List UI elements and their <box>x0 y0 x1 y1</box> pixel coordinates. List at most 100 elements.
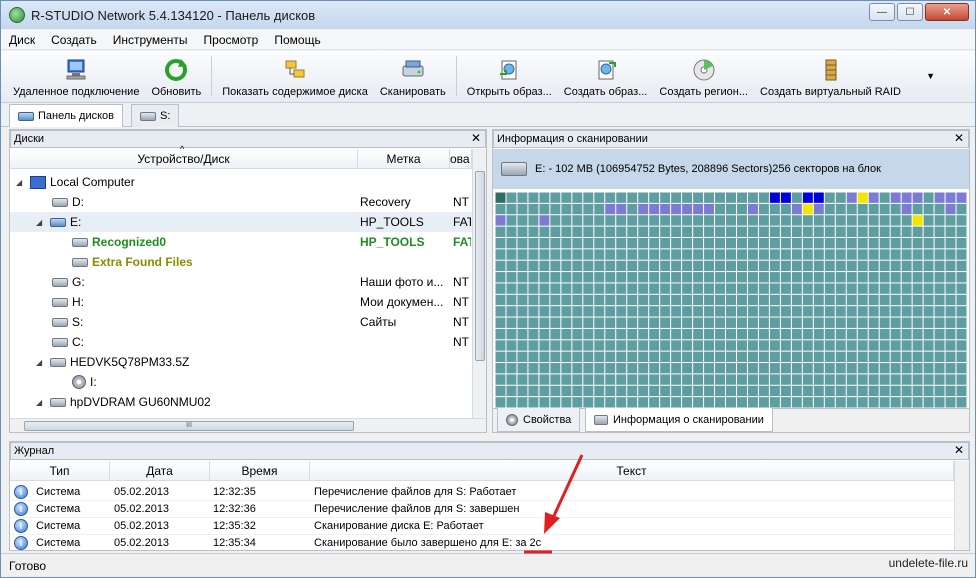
log-row[interactable]: i Система 05.02.2013 12:32:35 Перечислен… <box>10 484 954 501</box>
expander-icon[interactable]: ◢ <box>36 358 46 367</box>
scan-block <box>802 363 813 374</box>
scan-block <box>890 294 901 306</box>
scan-block <box>594 397 605 408</box>
expander-icon[interactable]: ◢ <box>36 218 46 227</box>
log-row[interactable]: i Система 05.02.2013 12:35:34 Сканирован… <box>10 535 954 552</box>
tab-scan-info[interactable]: Информация о сканировании <box>585 408 773 432</box>
scan-button[interactable]: Сканировать <box>374 54 452 102</box>
scan-block <box>857 374 868 385</box>
disks-vertical-scrollbar[interactable] <box>472 149 486 419</box>
scan-block <box>736 374 747 385</box>
scan-block <box>649 351 660 363</box>
scrollbar-thumb[interactable]: III <box>24 421 354 431</box>
tree-row[interactable]: ◢ hpDVDRAM GU60NMU02 <box>10 392 474 412</box>
scan-block <box>736 340 747 351</box>
log-vertical-scrollbar[interactable] <box>954 461 969 550</box>
log-row[interactable]: i Система 05.02.2013 12:32:36 Перечислен… <box>10 501 954 518</box>
column-type[interactable]: Тип <box>10 461 110 480</box>
show-disk-contents-button[interactable]: Показать содержимое диска <box>216 54 374 102</box>
scan-block <box>835 385 846 397</box>
tree-row[interactable]: ◢ Local Computer <box>10 172 474 192</box>
device-name: S: <box>72 315 84 329</box>
tree-row[interactable]: G: Наши фото и... NT <box>10 272 474 292</box>
create-image-button[interactable]: Создать образ... <box>558 54 654 102</box>
tree-row[interactable]: Extra Found Files <box>10 252 474 272</box>
scan-block <box>528 317 539 328</box>
log-pane: Журнал ✕ Тип Дата Время Текст i Система … <box>9 441 970 552</box>
menu-disk[interactable]: Диск <box>1 33 43 47</box>
open-image-button[interactable]: Открыть образ... <box>461 54 558 102</box>
scan-block <box>506 203 517 215</box>
menu-help[interactable]: Помощь <box>266 33 328 47</box>
scan-block <box>539 192 550 203</box>
tree-row[interactable]: H: Мои докумен... NT <box>10 292 474 312</box>
scan-block <box>605 226 616 237</box>
column-device[interactable]: ^ Устройство/Диск <box>10 144 358 168</box>
scan-block <box>572 306 583 317</box>
scan-block <box>649 283 660 294</box>
scan-block <box>857 397 868 408</box>
column-text[interactable]: Текст <box>310 461 954 480</box>
menu-tools[interactable]: Инструменты <box>105 33 196 47</box>
scan-block <box>517 215 528 226</box>
scan-block <box>879 203 890 215</box>
tree-row[interactable]: Recognized0 HP_TOOLS FAT <box>10 232 474 252</box>
device-name: C: <box>72 335 84 349</box>
column-time[interactable]: Время <box>210 461 310 480</box>
remote-connect-button[interactable]: Удаленное подключение <box>7 54 145 102</box>
tree-row[interactable]: S: Сайты NT <box>10 312 474 332</box>
expander-icon[interactable]: ◢ <box>36 398 46 407</box>
expander-icon[interactable]: ◢ <box>16 178 26 187</box>
tab-properties[interactable]: Свойства <box>497 408 581 432</box>
tree-row[interactable]: I: <box>10 372 474 392</box>
close-icon[interactable]: ✕ <box>954 443 964 457</box>
close-icon[interactable]: ✕ <box>471 131 481 145</box>
scrollbar-thumb[interactable] <box>475 171 485 361</box>
tree-row[interactable]: D: Recovery NT <box>10 192 474 212</box>
log-row[interactable]: i Система 05.02.2013 12:35:32 Сканирован… <box>10 518 954 535</box>
window-title: R-STUDIO Network 5.4.134120 - Панель дис… <box>31 7 316 23</box>
column-date[interactable]: Дата <box>110 461 210 480</box>
minimize-button[interactable]: — <box>869 3 895 21</box>
menu-view[interactable]: Просмотр <box>196 33 267 47</box>
tree-row[interactable]: ◢ HEDVK5Q78PM33.5Z <box>10 352 474 372</box>
scan-block <box>561 351 572 363</box>
toolbar-overflow-chevron-icon[interactable]: ▼ <box>926 71 935 81</box>
scan-block <box>813 317 824 328</box>
scan-block <box>857 283 868 294</box>
scan-block <box>660 363 671 374</box>
scan-block <box>824 385 835 397</box>
tab-disk-panel[interactable]: Панель дисков <box>9 104 124 127</box>
refresh-button[interactable]: Обновить <box>145 54 207 102</box>
scan-block <box>495 294 506 306</box>
create-virtual-raid-button[interactable]: Создать виртуальный RAID <box>754 54 907 102</box>
scan-block <box>517 374 528 385</box>
scan-block <box>835 249 846 260</box>
scan-block <box>726 385 736 397</box>
scan-block <box>923 249 934 260</box>
cd-icon <box>72 375 86 389</box>
close-icon[interactable]: ✕ <box>954 131 964 145</box>
menu-create[interactable]: Создать <box>43 33 105 47</box>
scan-block <box>791 226 802 237</box>
column-label[interactable]: Метка <box>358 149 450 168</box>
scan-block <box>879 215 890 226</box>
maximize-button[interactable]: ☐ <box>897 3 923 21</box>
create-region-button[interactable]: Создать регион... <box>653 54 754 102</box>
close-button[interactable]: ✕ <box>925 3 969 21</box>
column-fs[interactable]: ова <box>450 149 472 168</box>
scan-block <box>791 328 802 340</box>
tree-row-selected[interactable]: ◢ E: HP_TOOLS FAT <box>10 212 474 232</box>
scan-block <box>736 328 747 340</box>
scan-block <box>912 294 923 306</box>
scan-block <box>824 260 835 272</box>
scan-block <box>945 306 956 317</box>
tree-row[interactable]: C: NT <box>10 332 474 352</box>
device-label: Мои докумен... <box>360 295 444 309</box>
scan-block <box>495 385 506 397</box>
scan-block <box>769 283 780 294</box>
hdd-icon <box>72 237 88 247</box>
scan-block <box>638 215 649 226</box>
tab-s-drive[interactable]: S: <box>131 104 180 127</box>
disks-horizontal-scrollbar[interactable]: III <box>10 418 486 432</box>
